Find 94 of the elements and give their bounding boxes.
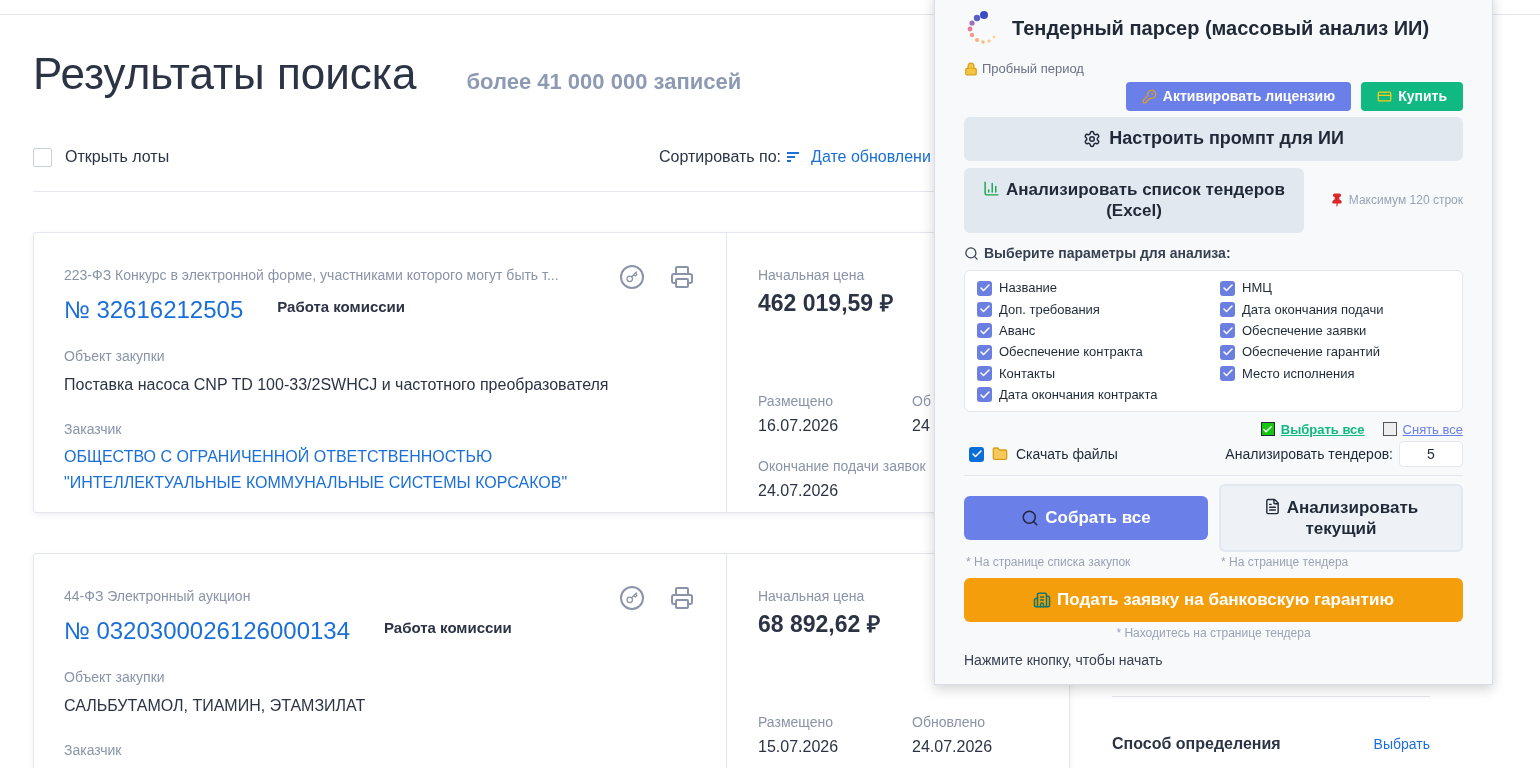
sort-icon bbox=[787, 152, 800, 162]
checkbox[interactable] bbox=[33, 147, 52, 167]
date-value: 15.07.2026 bbox=[758, 736, 840, 757]
checkbox[interactable] bbox=[1220, 365, 1235, 381]
param-label: Название bbox=[999, 279, 1058, 298]
field-label: Обновлено bbox=[912, 712, 985, 732]
prompt-settings-button[interactable]: Настроить промпт для ИИ bbox=[964, 116, 1463, 161]
start-price: 68 892,62 ₽ bbox=[758, 610, 880, 639]
checkbox[interactable] bbox=[1220, 323, 1235, 339]
checkbox[interactable] bbox=[977, 344, 992, 360]
date-value: 24.07.2026 bbox=[912, 736, 993, 757]
document-icon bbox=[1263, 498, 1281, 515]
checkbox[interactable] bbox=[977, 280, 992, 296]
field-label: Окончание подачи заявок bbox=[758, 456, 927, 476]
checked-box-icon bbox=[1260, 422, 1275, 437]
param-label: Дата окончания контракта bbox=[999, 385, 1158, 404]
lock-icon bbox=[964, 61, 978, 76]
hint-text: * Находитесь на странице тендера bbox=[1116, 625, 1311, 642]
print-icon[interactable] bbox=[670, 586, 694, 610]
page-title: Результаты поиска bbox=[33, 48, 417, 100]
date-value: 16.07.2026 bbox=[758, 415, 840, 436]
procurement-type: 223-ФЗ Конкурс в электронной форме, участниками которого могут быть т... bbox=[64, 266, 559, 285]
param-label: Доп. требования bbox=[999, 300, 1100, 319]
field-label: Об bbox=[912, 391, 931, 411]
param-label: Обеспечение контракта bbox=[999, 343, 1143, 362]
customer-link[interactable]: ОБЩЕСТВО С ОГРАНИЧЕННОЙ ОТВЕТСТВЕННОСТЬЮ "ИНТЕЛЛЕКТУАЛЬНЫЕ КОММУНАЛЬНЫЕ СИСТЕМЫ КОРСАКОВ" bbox=[64, 444, 674, 496]
param-label: Контакты bbox=[999, 364, 1056, 383]
tender-number[interactable]: № 32616212505 bbox=[64, 292, 244, 328]
checkbox[interactable] bbox=[977, 365, 992, 381]
checkbox[interactable] bbox=[969, 446, 984, 462]
procurement-type: 44-ФЗ Электронный аукцион bbox=[64, 587, 251, 606]
field-label: Заказчик bbox=[64, 741, 123, 760]
buy-button[interactable]: Купить bbox=[1361, 81, 1463, 111]
field-label: Размещено bbox=[758, 712, 834, 732]
pin-icon bbox=[1329, 193, 1344, 207]
trial-label: Пробный период bbox=[982, 60, 1084, 78]
params-heading: Выберите параметры для анализа: bbox=[984, 243, 1231, 263]
sort-label: Сортировать по: bbox=[659, 147, 782, 167]
extension-title: Тендерный парсер (массовый анализ ИИ) bbox=[1012, 16, 1430, 41]
date-value: 24.07.2026 bbox=[758, 480, 840, 501]
results-count: более 41 000 000 записей bbox=[466, 68, 742, 96]
checkbox[interactable] bbox=[1220, 344, 1235, 360]
key-icon[interactable] bbox=[620, 586, 644, 610]
param-label: Обеспечение заявки bbox=[1242, 322, 1367, 340]
filter-select-link[interactable]: Выбрать bbox=[1373, 731, 1430, 757]
analyze-list-button[interactable]: Анализировать список тендеров (Excel) bbox=[964, 167, 1304, 233]
folder-icon bbox=[992, 446, 1008, 462]
search-icon bbox=[964, 245, 979, 261]
field-label: Заказчик bbox=[64, 420, 123, 439]
card-icon bbox=[1377, 88, 1393, 104]
search-icon bbox=[1021, 509, 1040, 527]
hint-text: * На странице списка закупок bbox=[966, 554, 1132, 571]
param-label: Обеспечение гарантий bbox=[1242, 343, 1381, 362]
checkbox[interactable] bbox=[1220, 280, 1235, 296]
filter-title: Способ определения bbox=[1112, 734, 1282, 754]
field-label: Начальная цена bbox=[758, 266, 865, 285]
status-message: Нажмите кнопку, чтобы начать bbox=[964, 651, 1164, 670]
key-icon[interactable] bbox=[620, 265, 644, 289]
field-label: Размещено bbox=[758, 391, 834, 411]
date-value: 24 bbox=[912, 415, 930, 436]
building-icon bbox=[1033, 591, 1052, 609]
print-icon[interactable] bbox=[670, 265, 694, 289]
sort-option[interactable]: Дате обновлени bbox=[811, 145, 931, 169]
param-label: НМЦ bbox=[1242, 279, 1272, 298]
limit-note: Максимум 120 строк bbox=[1348, 192, 1463, 209]
tender-status: Работа комиссии bbox=[384, 618, 512, 638]
checkbox[interactable] bbox=[977, 301, 992, 317]
param-label: Место исполнения bbox=[1242, 364, 1355, 383]
field-label: Начальная цена bbox=[758, 587, 865, 606]
procurement-object: САЛЬБУТАМОЛ, ТИАМИН, ЭТАМЗИЛАТ bbox=[64, 696, 367, 716]
field-label: Объект закупки bbox=[64, 668, 166, 687]
download-label: Скачать файлы bbox=[1016, 444, 1118, 464]
empty-box-icon bbox=[1382, 422, 1397, 437]
collect-all-button[interactable]: Собрать все bbox=[964, 496, 1208, 540]
settings-icon bbox=[1083, 129, 1102, 148]
activate-license-button[interactable]: Активировать лицензию bbox=[1125, 81, 1352, 111]
procurement-object: Поставка насоса CNP TD 100-33/2SWHCJ и частотного преобразователя bbox=[64, 375, 610, 395]
count-input[interactable]: 5 bbox=[1399, 441, 1463, 467]
tender-number[interactable]: № 0320300026126000134 bbox=[64, 613, 351, 649]
tender-status: Работа комиссии bbox=[277, 297, 406, 317]
count-label: Анализировать тендеров: bbox=[1225, 444, 1393, 464]
checkbox[interactable] bbox=[1220, 301, 1235, 317]
checkbox-label: Открыть лоты bbox=[65, 147, 170, 167]
start-price: 462 019,59 ₽ bbox=[758, 289, 893, 318]
param-label: Дата окончания подачи bbox=[1242, 300, 1384, 319]
key-icon bbox=[1141, 88, 1157, 104]
param-label: Аванс bbox=[999, 322, 1036, 340]
field-label: Объект закупки bbox=[64, 347, 166, 366]
hint-text: * На странице тендера bbox=[1221, 554, 1350, 571]
clear-all-link[interactable]: Снять все bbox=[1382, 419, 1463, 439]
checkbox[interactable] bbox=[977, 323, 992, 339]
analyze-current-button[interactable]: Анализировать текущий bbox=[1219, 484, 1463, 552]
checkbox[interactable] bbox=[977, 387, 992, 403]
chart-icon bbox=[983, 180, 1001, 197]
